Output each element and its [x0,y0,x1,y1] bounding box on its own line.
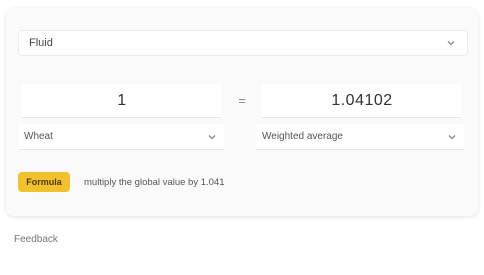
to-unit-value: Weighted average [262,131,343,142]
feedback-link[interactable]: Feedback [14,234,58,245]
to-unit-select[interactable]: Weighted average [256,124,464,150]
formula-row: Formula multiply the global value by 1.0… [18,172,224,192]
unit-type-select[interactable]: Fluid [18,30,468,56]
unit-type-value: Fluid [29,37,53,49]
equals-sign: = [238,92,246,108]
formula-text: multiply the global value by 1.041 [84,176,225,188]
from-unit-select[interactable]: Wheat [18,124,224,150]
formula-badge: Formula [18,172,70,192]
chevron-down-icon [445,37,457,49]
to-value-input[interactable]: 1.04102 [262,84,462,118]
chevron-down-icon [206,131,218,143]
from-value-input[interactable]: 1 [22,84,222,118]
from-unit-value: Wheat [24,131,53,142]
chevron-down-icon [446,131,458,143]
